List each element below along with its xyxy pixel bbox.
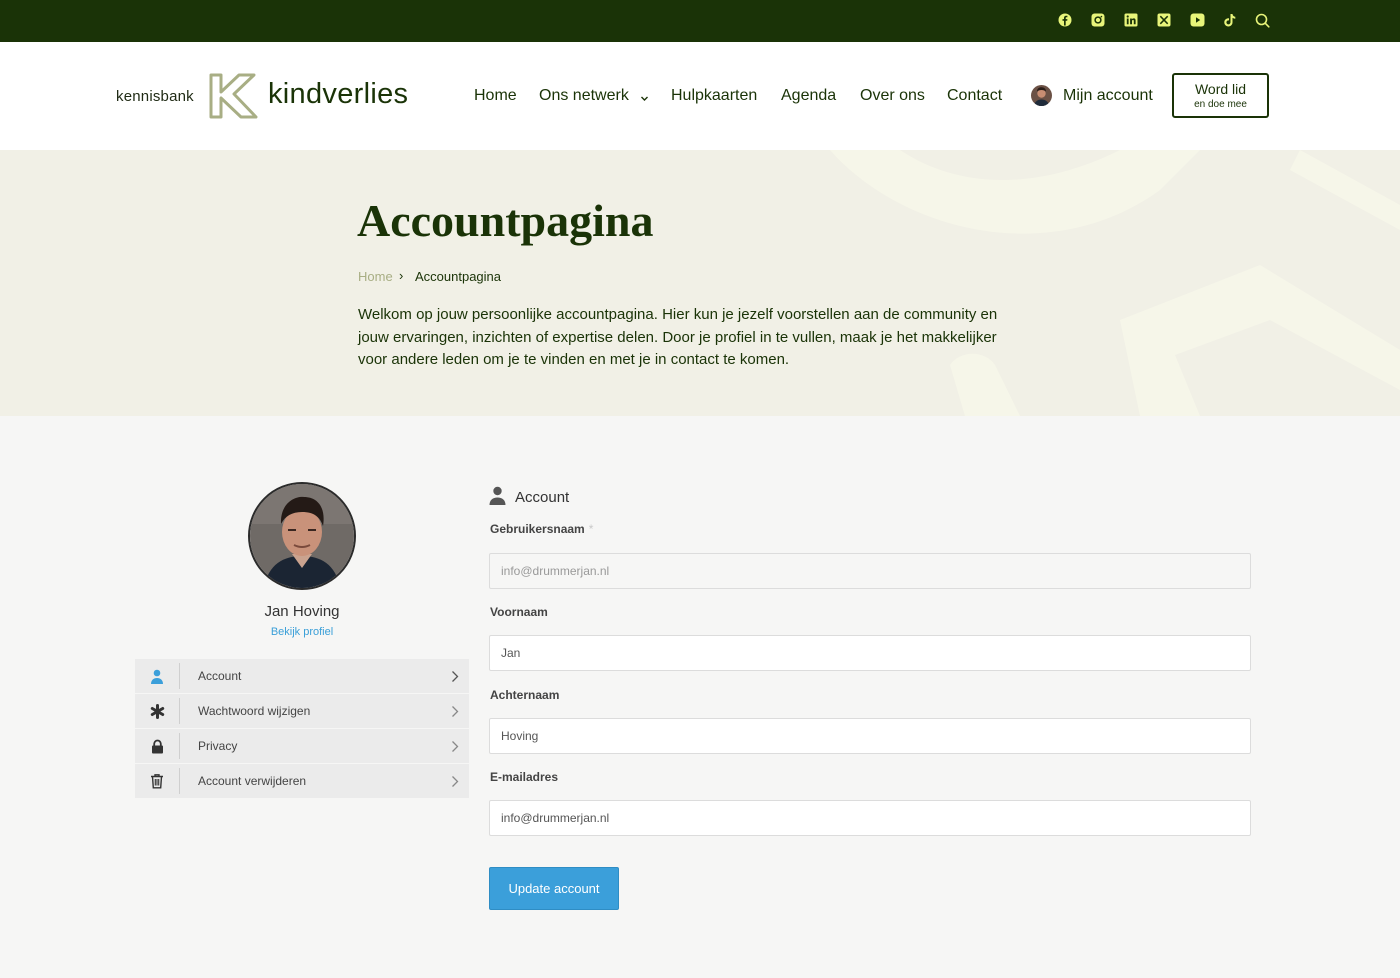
nav-ons-netwerk[interactable]: Ons netwerk	[539, 87, 629, 105]
menu-divider	[179, 663, 180, 689]
menu-item-label: Account	[198, 669, 242, 683]
word-lid-button[interactable]: Word lid en doe mee	[1172, 73, 1269, 118]
profile-name: Jan Hoving	[264, 603, 340, 620]
lastname-field[interactable]	[489, 718, 1251, 754]
top-bar	[0, 0, 1400, 42]
menu-divider	[179, 733, 180, 759]
username-label-text: Gebruikersnaam	[490, 522, 585, 536]
profile-avatar	[248, 482, 356, 590]
nav-home[interactable]: Home	[474, 87, 517, 105]
tiktok-icon[interactable]	[1222, 12, 1238, 28]
facebook-icon[interactable]	[1057, 12, 1073, 28]
site-header: kennisbank kindverlies Home Ons netwerk …	[0, 42, 1400, 150]
chevron-down-icon[interactable]	[640, 90, 649, 108]
youtube-icon[interactable]	[1189, 12, 1205, 28]
menu-item-label: Wachtwoord wijzigen	[198, 704, 311, 718]
instagram-icon[interactable]	[1090, 12, 1106, 28]
nav-hulpkaarten[interactable]: Hulpkaarten	[671, 87, 757, 105]
form-heading: Account	[515, 489, 570, 506]
menu-divider	[179, 698, 180, 724]
menu-item-privacy[interactable]: Privacy	[135, 729, 469, 763]
breadcrumb-separator: ›	[399, 268, 404, 283]
username-field[interactable]	[489, 553, 1251, 589]
account-avatar[interactable]	[1031, 85, 1052, 106]
firstname-label: Voornaam	[490, 605, 548, 619]
menu-item-label: Privacy	[198, 739, 238, 753]
menu-item-password[interactable]: Wachtwoord wijzigen	[135, 694, 469, 728]
asterisk-icon	[135, 694, 179, 728]
required-marker: *	[588, 522, 594, 536]
cta-line2: en doe mee	[1194, 99, 1247, 110]
breadcrumb-current: Accountpagina	[415, 269, 502, 284]
lastname-label: Achternaam	[490, 688, 560, 702]
intro-text: Welkom op jouw persoonlijke accountpagin…	[358, 306, 998, 368]
menu-item-account[interactable]: Account	[135, 659, 469, 693]
hero-banner: Accountpagina Home › Accountpagina Welko…	[0, 150, 1400, 416]
chevron-right-icon	[451, 705, 459, 723]
page-title: Accountpagina	[357, 195, 654, 246]
cta-line1: Word lid	[1194, 81, 1247, 97]
update-account-button[interactable]: Update account	[489, 867, 619, 910]
lock-icon	[135, 729, 179, 763]
nav-over-ons[interactable]: Over ons	[860, 87, 925, 105]
firstname-field[interactable]	[489, 635, 1251, 671]
chevron-right-icon	[451, 740, 459, 758]
chevron-right-icon	[451, 670, 459, 688]
username-label: Gebruikersnaam *	[490, 522, 593, 536]
search-icon[interactable]	[1254, 12, 1270, 28]
menu-item-label: Account verwijderen	[198, 774, 307, 788]
nav-contact[interactable]: Contact	[947, 87, 1002, 105]
menu-divider	[179, 768, 180, 794]
email-field[interactable]	[489, 800, 1251, 836]
user-icon	[489, 486, 506, 510]
nav-agenda[interactable]: Agenda	[781, 87, 836, 105]
view-profile-link[interactable]: Bekijk profiel	[180, 626, 424, 638]
user-icon	[135, 659, 179, 693]
logo-prefix[interactable]: kennisbank	[116, 88, 194, 105]
trash-icon	[135, 764, 179, 798]
breadcrumb-home[interactable]: Home	[358, 269, 393, 284]
account-menu: Account Wachtwoord wijzigen Privacy Acco…	[135, 659, 469, 799]
logo-k-mark[interactable]	[206, 72, 260, 125]
nav-mijn-account[interactable]: Mijn account	[1063, 87, 1153, 105]
menu-item-delete-account[interactable]: Account verwijderen	[135, 764, 469, 798]
linkedin-icon[interactable]	[1123, 12, 1139, 28]
email-label: E-mailadres	[490, 770, 559, 784]
hero-decoration	[830, 150, 1400, 416]
x-icon[interactable]	[1156, 12, 1172, 28]
logo-wordmark[interactable]: kindverlies	[268, 78, 408, 111]
chevron-right-icon	[451, 775, 459, 793]
